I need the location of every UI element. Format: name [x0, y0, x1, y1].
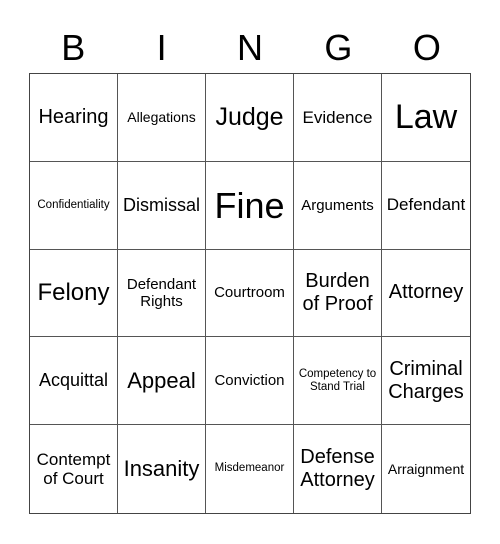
bingo-cell[interactable]: Competency to Stand Trial	[294, 337, 382, 426]
bingo-cell[interactable]: Attorney	[382, 250, 470, 338]
bingo-cell[interactable]: Insanity	[118, 425, 206, 513]
bingo-card: Hearing Allegations Judge Evidence Law C…	[29, 73, 471, 514]
bingo-cell[interactable]: Courtroom	[206, 249, 294, 338]
bingo-cell[interactable]: Appeal	[118, 337, 206, 426]
bingo-cell[interactable]: Conviction	[206, 337, 294, 426]
bingo-cell[interactable]: Defendant	[382, 162, 470, 250]
bingo-cell[interactable]: Criminal Charges	[382, 337, 470, 426]
bingo-cell[interactable]: Contempt of Court	[30, 425, 118, 513]
bingo-cell[interactable]: Burden of Proof	[294, 249, 382, 338]
header-letter-g: G	[324, 27, 353, 68]
header-letter-n: N	[237, 27, 264, 68]
bingo-cell[interactable]: Defense Attorney	[294, 425, 382, 513]
bingo-cell[interactable]: Defendant Rights	[118, 249, 206, 338]
header-letter-b: B	[61, 27, 86, 68]
bingo-cell[interactable]: Confidentiality	[30, 161, 118, 250]
bingo-cell[interactable]: Arraignment	[382, 425, 470, 513]
bingo-header: B I N G O	[29, 26, 471, 70]
bingo-cell[interactable]: Fine	[206, 161, 294, 250]
header-letter-o: O	[412, 27, 441, 68]
bingo-cell[interactable]: Misdemeanor	[206, 425, 294, 513]
bingo-cell[interactable]: Dismissal	[118, 161, 206, 250]
bingo-cell[interactable]: Law	[382, 74, 470, 162]
bingo-cell[interactable]: Judge	[206, 74, 294, 162]
bingo-cell[interactable]: Arguments	[294, 161, 382, 250]
bingo-cell[interactable]: Hearing	[30, 74, 118, 162]
bingo-cell[interactable]: Evidence	[294, 74, 382, 162]
header-letter-i: I	[156, 27, 167, 68]
bingo-cell[interactable]: Allegations	[118, 74, 206, 162]
bingo-cell[interactable]: Acquittal	[30, 337, 118, 426]
bingo-cell[interactable]: Felony	[30, 249, 118, 338]
